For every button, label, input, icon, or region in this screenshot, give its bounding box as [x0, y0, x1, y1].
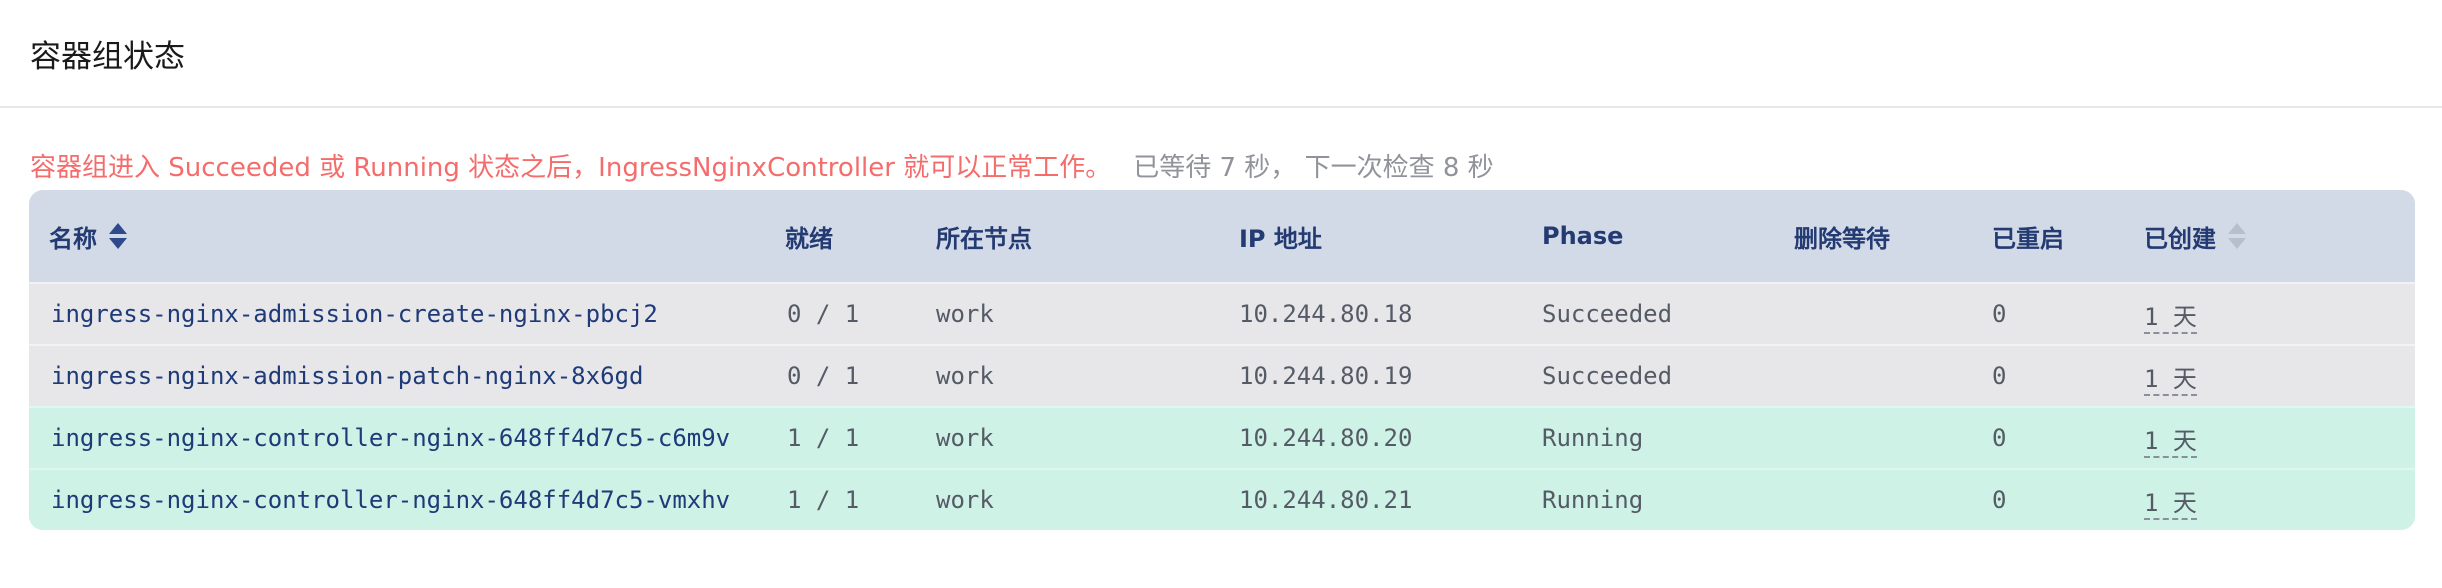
column-header-restarts: 已重启	[1992, 219, 2144, 254]
pod-phase: Succeeded	[1542, 362, 1673, 390]
pod-node: work	[936, 486, 994, 514]
pod-ready: 1 / 1	[787, 486, 860, 514]
table-row[interactable]: ingress-nginx-controller-nginx-648ff4d7c…	[29, 406, 2415, 468]
column-header-ready: 就绪	[785, 219, 936, 254]
pod-created[interactable]: 1 天	[2144, 302, 2197, 334]
column-label-restarts: 已重启	[1992, 224, 2064, 253]
pod-created[interactable]: 1 天	[2144, 364, 2197, 396]
table-row[interactable]: ingress-nginx-admission-create-nginx-pbc…	[29, 282, 2415, 344]
table-row[interactable]: ingress-nginx-admission-patch-nginx-8x6g…	[29, 344, 2415, 406]
column-header-node: 所在节点	[936, 219, 1239, 254]
pod-ready: 0 / 1	[787, 362, 860, 390]
pod-name[interactable]: ingress-nginx-admission-patch-nginx-8x6g…	[29, 362, 785, 390]
pod-ip: 10.244.80.20	[1239, 424, 1413, 452]
pod-phase: Succeeded	[1542, 300, 1673, 328]
column-label-phase: Phase	[1542, 222, 1624, 250]
pod-node: work	[936, 300, 994, 328]
table-header: 名称 就绪 所在节点 IP 地址 Phase 删除等待 已重启 已创建	[29, 190, 2415, 282]
column-header-name[interactable]: 名称	[29, 219, 785, 254]
column-header-created[interactable]: 已创建	[2144, 219, 2344, 254]
wait-status: 已等待 7 秒， 下一次检查 8 秒	[1133, 153, 1494, 183]
sort-caret-icon[interactable]	[109, 223, 127, 249]
table-row[interactable]: ingress-nginx-controller-nginx-648ff4d7c…	[29, 468, 2415, 530]
column-label-deletion: 删除等待	[1794, 224, 1890, 253]
pod-ip: 10.244.80.18	[1239, 300, 1413, 328]
pods-table: 名称 就绪 所在节点 IP 地址 Phase 删除等待 已重启 已创建 ingr…	[29, 190, 2415, 530]
column-header-ip: IP 地址	[1239, 219, 1542, 254]
pod-phase: Running	[1542, 486, 1644, 514]
pod-name[interactable]: ingress-nginx-controller-nginx-648ff4d7c…	[29, 486, 785, 514]
column-label-node: 所在节点	[936, 224, 1032, 253]
pod-restarts: 0	[1992, 486, 2007, 514]
column-label-created: 已创建	[2144, 224, 2216, 253]
pod-ready: 1 / 1	[787, 424, 860, 452]
pod-name[interactable]: ingress-nginx-controller-nginx-648ff4d7c…	[29, 424, 785, 452]
status-notice: 容器组进入 Succeeded 或 Running 状态之后，IngressNg…	[0, 152, 2442, 184]
pod-ready: 0 / 1	[787, 300, 860, 328]
pod-ip: 10.244.80.21	[1239, 486, 1413, 514]
pod-name[interactable]: ingress-nginx-admission-create-nginx-pbc…	[29, 300, 785, 328]
pod-ip: 10.244.80.19	[1239, 362, 1413, 390]
sort-caret-icon[interactable]	[2228, 223, 2246, 249]
column-label-ip: IP 地址	[1239, 224, 1322, 253]
page-header: 容器组状态	[0, 0, 2442, 108]
pod-phase: Running	[1542, 424, 1644, 452]
pod-created[interactable]: 1 天	[2144, 488, 2197, 520]
column-header-phase: Phase	[1542, 222, 1794, 250]
pod-restarts: 0	[1992, 300, 2007, 328]
pod-restarts: 0	[1992, 362, 2007, 390]
pod-restarts: 0	[1992, 424, 2007, 452]
column-label-name: 名称	[49, 224, 97, 253]
pod-node: work	[936, 362, 994, 390]
column-label-ready: 就绪	[785, 224, 833, 253]
pod-created[interactable]: 1 天	[2144, 426, 2197, 458]
column-header-deletion: 删除等待	[1794, 219, 1992, 254]
pod-node: work	[936, 424, 994, 452]
notice-message: 容器组进入 Succeeded 或 Running 状态之后，IngressNg…	[30, 153, 1112, 183]
page-title: 容器组状态	[30, 38, 185, 75]
